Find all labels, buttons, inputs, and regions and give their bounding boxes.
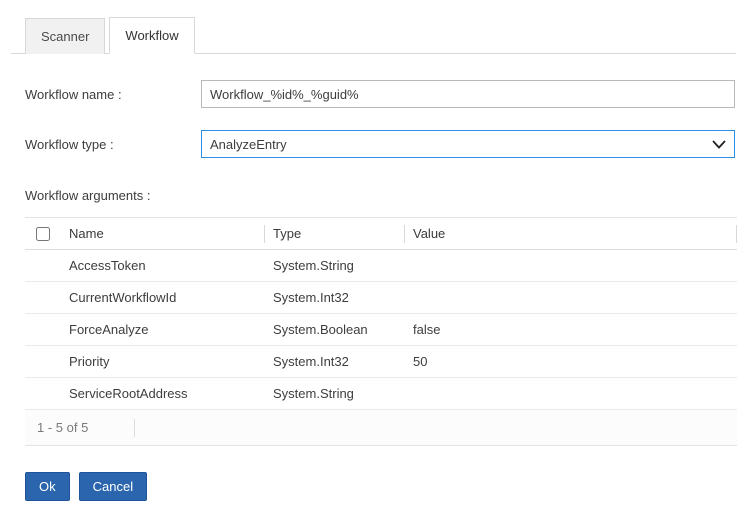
argument-name: CurrentWorkflowId: [61, 290, 265, 305]
cancel-button[interactable]: Cancel: [79, 472, 147, 501]
workflow-type-value: AnalyzeEntry: [210, 137, 287, 152]
tab-bar: Scanner Workflow: [11, 16, 736, 54]
argument-name: ServiceRootAddress: [61, 386, 265, 401]
workflow-type-select[interactable]: AnalyzeEntry: [201, 130, 735, 158]
argument-type: System.String: [265, 258, 405, 273]
workflow-name-label: Workflow name :: [25, 87, 201, 102]
workflow-arguments-label: Workflow arguments :: [25, 188, 736, 203]
argument-name: Priority: [61, 354, 265, 369]
select-all-checkbox[interactable]: [36, 227, 50, 241]
table-row[interactable]: ForceAnalyze System.Boolean false: [25, 314, 737, 346]
column-header-name[interactable]: Name: [61, 225, 265, 243]
argument-type: System.Int32: [265, 354, 405, 369]
action-buttons: Ok Cancel: [25, 472, 736, 501]
pagination-status: 1 - 5 of 5: [25, 419, 135, 437]
argument-value[interactable]: false: [405, 322, 737, 337]
table-footer: 1 - 5 of 5: [25, 410, 737, 446]
table-row[interactable]: Priority System.Int32 50: [25, 346, 737, 378]
table-row[interactable]: CurrentWorkflowId System.Int32: [25, 282, 737, 314]
select-all-checkbox-cell: [25, 225, 61, 243]
table-row[interactable]: ServiceRootAddress System.String: [25, 378, 737, 410]
argument-name: ForceAnalyze: [61, 322, 265, 337]
column-header-value[interactable]: Value: [405, 225, 737, 243]
argument-type: System.String: [265, 386, 405, 401]
table-header-row: Name Type Value: [25, 218, 737, 250]
column-header-type[interactable]: Type: [265, 225, 405, 243]
workflow-type-row: Workflow type : AnalyzeEntry: [25, 130, 736, 158]
workflow-type-label: Workflow type :: [25, 137, 201, 152]
workflow-name-input[interactable]: [201, 80, 735, 108]
tab-scanner[interactable]: Scanner: [25, 18, 105, 54]
table-row[interactable]: AccessToken System.String: [25, 250, 737, 282]
workflow-name-row: Workflow name :: [25, 80, 736, 108]
tab-workflow[interactable]: Workflow: [109, 17, 194, 54]
workflow-config-panel: Scanner Workflow Workflow name : Workflo…: [0, 16, 747, 501]
chevron-down-icon: [712, 140, 726, 149]
argument-type: System.Int32: [265, 290, 405, 305]
argument-name: AccessToken: [61, 258, 265, 273]
ok-button[interactable]: Ok: [25, 472, 70, 501]
arguments-table: Name Type Value AccessToken System.Strin…: [25, 217, 737, 446]
argument-type: System.Boolean: [265, 322, 405, 337]
argument-value[interactable]: 50: [405, 354, 737, 369]
